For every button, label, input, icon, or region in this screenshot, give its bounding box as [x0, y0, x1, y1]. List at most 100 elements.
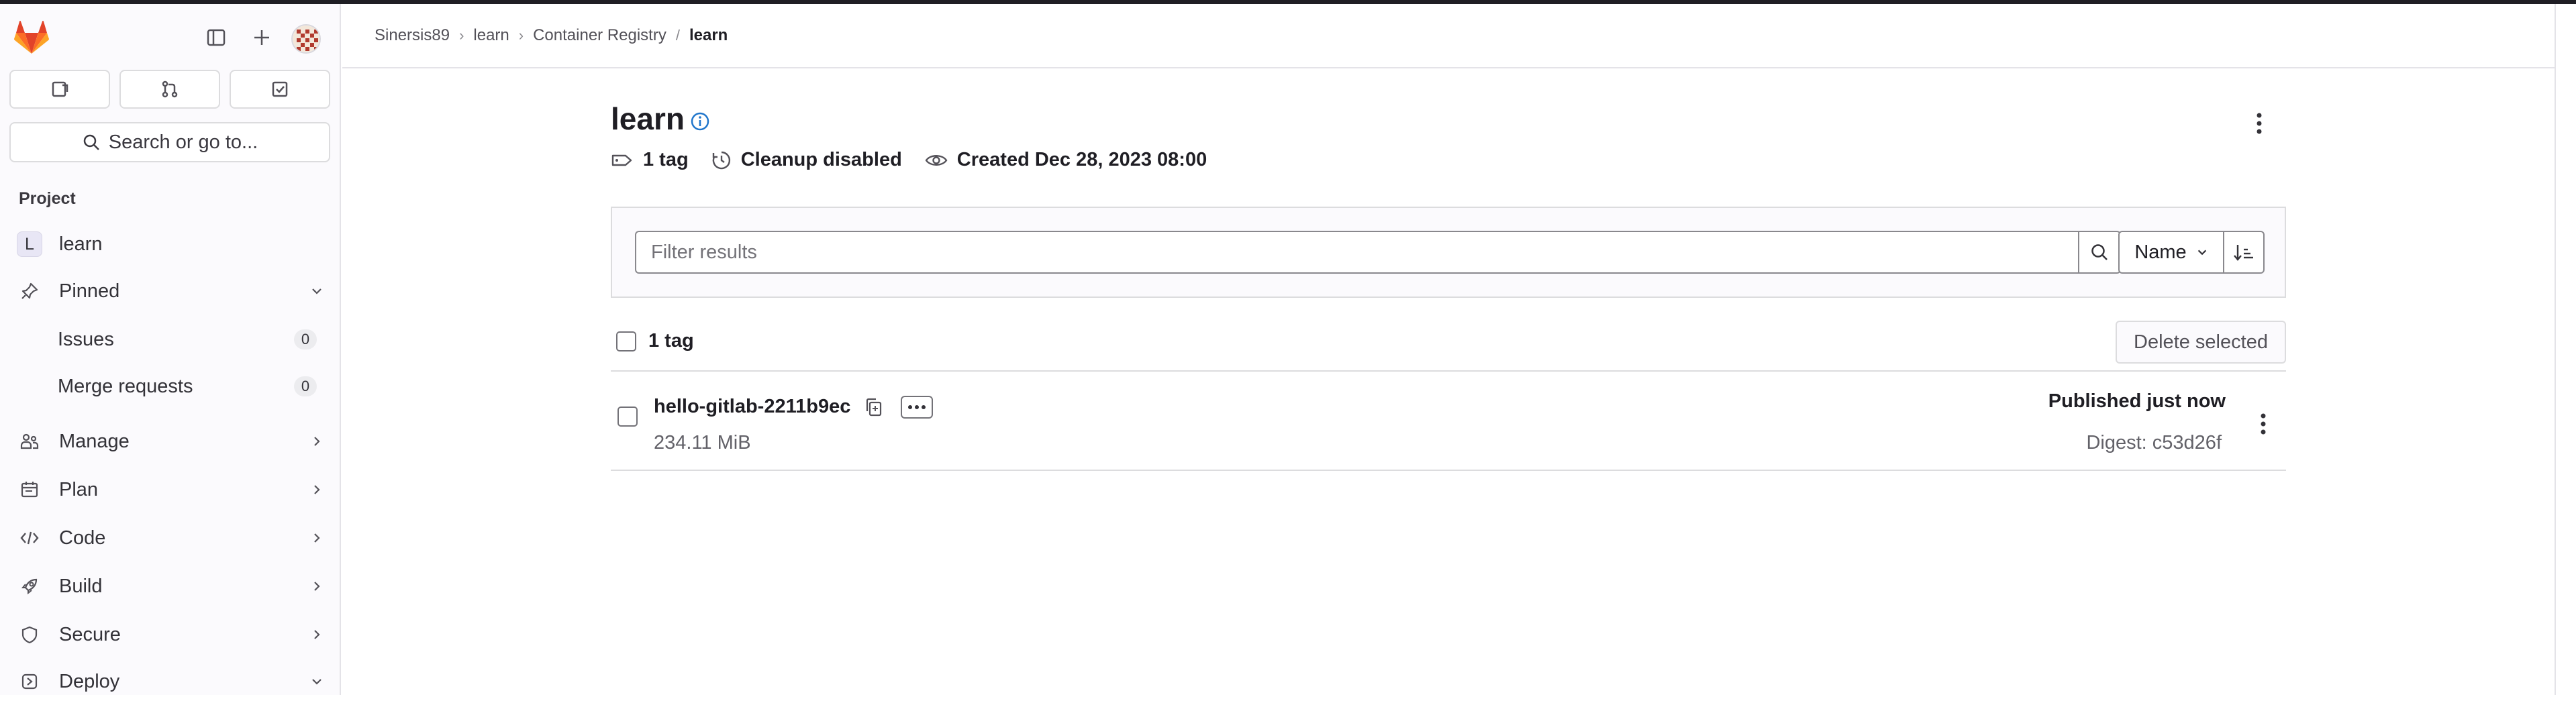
deploy-icon — [9, 672, 50, 691]
repository-meta: 1 tag Cleanup disabled Created Dec 28, 2… — [611, 149, 1230, 171]
users-icon — [9, 432, 50, 451]
sidebar-item-deploy[interactable]: Deploy — [9, 660, 330, 703]
chevron-right-icon — [303, 628, 330, 641]
sidebar-item-build[interactable]: Build — [9, 565, 330, 608]
pin-icon — [9, 282, 50, 301]
tags-count-text: 1 tag — [643, 149, 689, 170]
collapse-sidebar-icon[interactable] — [201, 23, 231, 52]
info-icon[interactable] — [690, 111, 710, 131]
merge-requests-quick-button[interactable] — [119, 70, 220, 109]
row-select-checkbox[interactable] — [617, 407, 638, 427]
sidebar-item-label: Issues — [58, 328, 114, 350]
sort-field-dropdown[interactable]: Name — [2118, 231, 2224, 274]
chevron-down-icon — [2197, 250, 2206, 256]
search-icon — [83, 134, 99, 150]
sidebar-item-pinned[interactable]: Pinned — [9, 270, 330, 313]
meta-cleanup: Cleanup disabled — [711, 149, 902, 171]
breadcrumb-item-group[interactable]: Sinersis89 — [375, 26, 450, 45]
tag-icon — [611, 154, 632, 166]
chevron-down-icon — [303, 675, 330, 688]
chevron-right-icon — [303, 531, 330, 545]
breadcrumb-separator-icon: › — [518, 27, 524, 44]
search-icon — [2091, 244, 2108, 260]
chevron-right-icon — [303, 483, 330, 496]
code-icon — [9, 529, 50, 547]
quick-actions — [9, 70, 330, 109]
todo-icon — [272, 81, 288, 97]
chevron-right-icon — [303, 580, 330, 593]
rocket-icon — [9, 577, 50, 596]
chevron-down-icon — [303, 284, 330, 298]
planning-icon — [9, 480, 50, 499]
breadcrumb-item-current[interactable]: learn — [689, 26, 728, 45]
repository-actions-kebab-icon[interactable] — [2246, 107, 2273, 140]
project-name: learn — [59, 233, 103, 255]
sidebar-item-label: Manage — [59, 430, 130, 452]
sidebar-item-label: Build — [59, 575, 103, 597]
sidebar-section-title: Project — [19, 189, 76, 208]
filter-bar: Filter results Name — [611, 207, 2286, 298]
ellipsis-icon — [908, 405, 926, 409]
sort-direction-button[interactable] — [2223, 231, 2265, 274]
create-new-icon[interactable] — [247, 23, 277, 52]
issues-icon — [52, 81, 68, 97]
merge-requests-count-badge: 0 — [294, 376, 317, 396]
tag-digest: Digest: c53d26f — [2086, 432, 2222, 453]
cleanup-status-text: Cleanup disabled — [740, 149, 902, 170]
gitlab-logo-icon[interactable] — [13, 20, 50, 55]
sidebar-item-label: Deploy — [59, 670, 120, 692]
sort-field-label: Name — [2134, 241, 2187, 263]
sidebar-header — [0, 4, 341, 66]
page-title: learn — [611, 101, 685, 136]
sidebar-item-label: Secure — [59, 623, 121, 645]
page-scrollbar[interactable] — [2555, 4, 2576, 695]
issues-quick-button[interactable] — [9, 70, 110, 109]
table-row: hello-gitlab-2211b9ec 234.11 MiB Publish… — [611, 372, 2286, 471]
filter-input[interactable]: Filter results — [635, 231, 2079, 274]
breadcrumb: Sinersis89 › learn › Container Registry … — [375, 26, 728, 45]
sort-lowest-icon — [2234, 245, 2253, 261]
meta-created: Created Dec 28, 2023 08:00 — [925, 149, 1207, 171]
project-avatar: L — [17, 231, 42, 257]
created-date-text: Created Dec 28, 2023 08:00 — [956, 149, 1207, 170]
breadcrumb-item-project[interactable]: learn — [473, 26, 509, 45]
user-avatar[interactable] — [291, 24, 321, 54]
sidebar-item-project[interactable]: L learn — [9, 223, 330, 266]
search-label: Search or go to... — [108, 131, 258, 153]
sidebar-item-manage[interactable]: Manage — [9, 420, 330, 463]
breadcrumb-separator-icon: › — [459, 27, 464, 44]
tag-size: 234.11 MiB — [654, 432, 751, 453]
tags-list-header: 1 tag Delete selected — [611, 318, 2286, 372]
tags-count-label: 1 tag — [648, 330, 694, 352]
sidebar-item-plan[interactable]: Plan — [9, 468, 330, 511]
clock-icon — [712, 151, 730, 169]
delete-selected-button[interactable]: Delete selected — [2116, 321, 2286, 364]
chevron-right-icon — [303, 435, 330, 448]
meta-tags: 1 tag — [611, 149, 689, 171]
more-details-button[interactable] — [901, 396, 933, 419]
sidebar-item-secure[interactable]: Secure — [9, 613, 330, 656]
sidebar: Search or go to... Project L learn Pinne… — [0, 4, 341, 695]
copy-icon[interactable] — [864, 397, 883, 417]
sidebar-item-code[interactable]: Code — [9, 517, 330, 559]
sidebar-item-label: Merge requests — [58, 375, 193, 397]
published-status: Published just now — [2048, 390, 2226, 412]
todos-quick-button[interactable] — [230, 70, 330, 109]
filter-search-button[interactable] — [2078, 231, 2121, 274]
row-actions-kebab-icon[interactable] — [2251, 408, 2275, 440]
sidebar-item-label: Plan — [59, 478, 99, 500]
breadcrumb-separator-icon: / — [675, 27, 680, 44]
tag-name: hello-gitlab-2211b9ec — [654, 396, 851, 417]
sidebar-item-merge-requests[interactable]: Merge requests 0 — [9, 366, 330, 407]
shield-icon — [9, 625, 50, 644]
merge-request-icon — [162, 80, 178, 98]
breadcrumb-item-registry[interactable]: Container Registry — [533, 26, 666, 45]
issues-count-badge: 0 — [294, 329, 317, 349]
sidebar-item-label: Code — [59, 527, 106, 549]
pinned-label: Pinned — [59, 280, 120, 302]
search-or-go-to-button[interactable]: Search or go to... — [9, 122, 330, 162]
eye-icon — [925, 154, 948, 166]
select-all-checkbox[interactable] — [616, 331, 636, 352]
sidebar-item-issues[interactable]: Issues 0 — [9, 319, 330, 360]
top-bar: Sinersis89 › learn › Container Registry … — [342, 4, 2555, 68]
